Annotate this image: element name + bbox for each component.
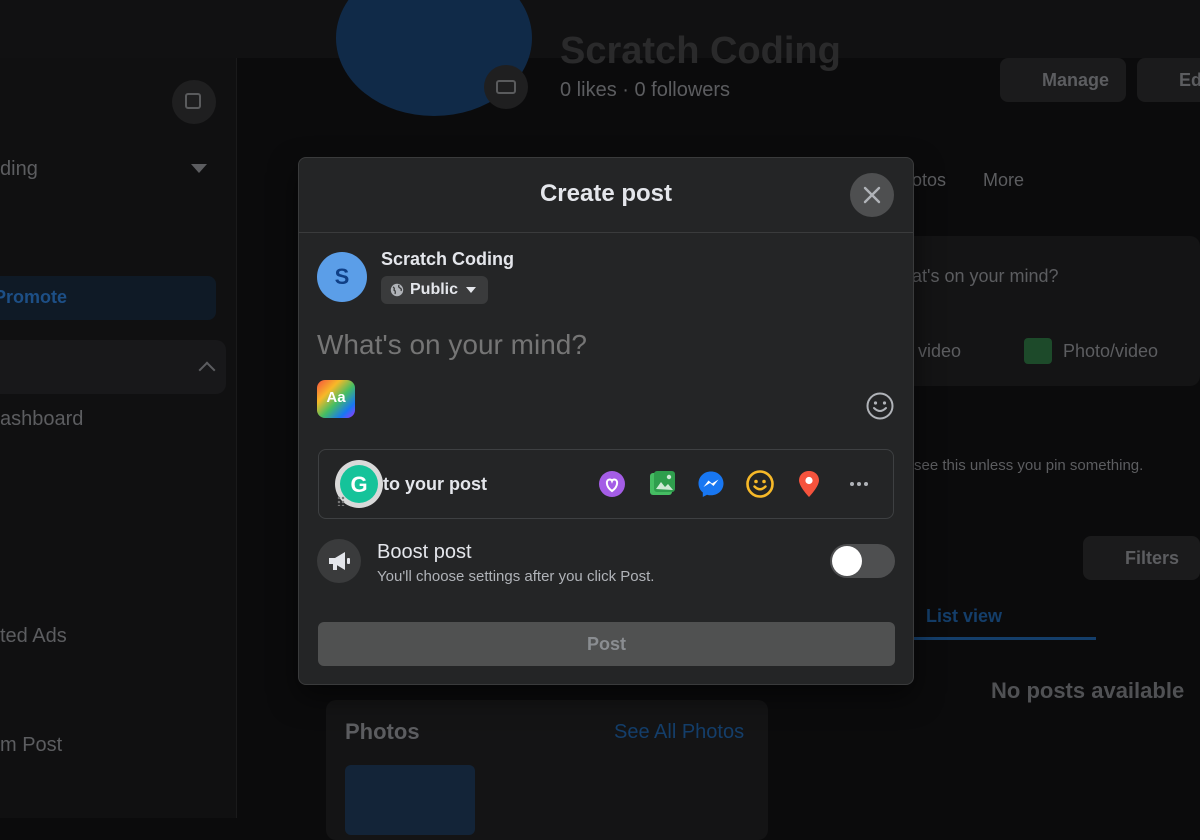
pinned-note: see this unless you pin something. (914, 457, 1144, 474)
sidebar-promote-button[interactable]: Promote (0, 276, 216, 320)
megaphone-icon (317, 539, 361, 583)
composer-placeholder[interactable]: at's on your mind? (912, 266, 1059, 287)
live-video-button[interactable]: video (918, 341, 961, 362)
sidebar-search-box[interactable] (0, 340, 226, 394)
no-posts-message: No posts available (991, 678, 1185, 703)
more-icon[interactable] (844, 469, 874, 499)
add-to-post-label: to your post (383, 474, 487, 494)
toggle-knob (832, 546, 862, 576)
see-all-photos-link[interactable]: See All Photos (614, 721, 744, 744)
page-title: Scratch Coding (560, 30, 841, 72)
photo-video-button[interactable]: Photo/video (1063, 341, 1158, 362)
manage-button[interactable]: Manage (1000, 58, 1126, 102)
left-sidebar: ding Promote ashboard ted Ads m Post (0, 58, 237, 818)
edit-button[interactable]: Ed (1137, 58, 1200, 102)
create-post-dialog: Create post S Scratch Coding Public Aa t… (298, 157, 914, 685)
sidebar-item-page-selector[interactable]: ding (0, 158, 38, 181)
tab-photos[interactable]: otos (912, 170, 946, 191)
add-to-post-bar: to your post G (318, 449, 894, 519)
grammarly-badge: G (340, 465, 378, 503)
globe-icon (390, 283, 404, 297)
grammarly-icon[interactable]: G (335, 460, 383, 508)
photo-icon (1024, 338, 1052, 364)
chevron-down-icon[interactable] (191, 164, 207, 173)
page-stats: 0 likes · 0 followers (560, 79, 731, 101)
drag-handle-icon[interactable] (337, 496, 345, 506)
boost-post-toggle[interactable] (830, 544, 895, 578)
active-tab-indicator (908, 637, 1096, 640)
emoji-picker-icon[interactable] (865, 391, 895, 421)
photos-title: Photos (345, 719, 420, 744)
privacy-label: Public (410, 281, 459, 298)
sidebar-collapse-icon[interactable] (172, 80, 216, 124)
sidebar-item-dashboard[interactable]: ashboard (0, 408, 83, 431)
author-name: Scratch Coding (381, 249, 515, 269)
feeling-icon[interactable] (597, 469, 627, 499)
close-icon (863, 186, 881, 204)
tab-list-view[interactable]: List view (926, 606, 1002, 627)
background-picker-button[interactable]: Aa (317, 380, 355, 418)
photo-icon[interactable] (647, 469, 677, 499)
grammarly-letter: G (350, 472, 368, 497)
boost-post-subtitle: You'll choose settings after you click P… (377, 568, 655, 585)
tab-more[interactable]: More (983, 170, 1024, 191)
emoji-icon[interactable] (745, 469, 775, 499)
dialog-title: Create post (539, 180, 673, 207)
post-text-input[interactable] (317, 325, 877, 365)
close-button[interactable] (850, 173, 894, 217)
location-icon[interactable] (794, 469, 824, 499)
avatar: S (317, 252, 367, 302)
boost-post-title: Boost post (377, 541, 472, 563)
post-button[interactable]: Post (318, 622, 895, 666)
megaphone-glyph (329, 552, 350, 570)
sidebar-item-post[interactable]: m Post (0, 734, 62, 757)
promote-label: Promote (0, 287, 68, 307)
sidebar-item-ads[interactable]: ted Ads (0, 625, 67, 648)
caret-down-icon (466, 287, 476, 293)
privacy-selector-button[interactable]: Public (381, 276, 488, 304)
camera-icon[interactable] (484, 65, 528, 109)
dialog-header: Create post (299, 158, 913, 233)
filters-button[interactable]: Filters (1083, 536, 1200, 580)
photo-thumbnail[interactable] (345, 765, 475, 835)
composer-card (900, 236, 1200, 386)
background-picker-label: Aa (326, 389, 346, 406)
messenger-icon[interactable] (696, 469, 726, 499)
